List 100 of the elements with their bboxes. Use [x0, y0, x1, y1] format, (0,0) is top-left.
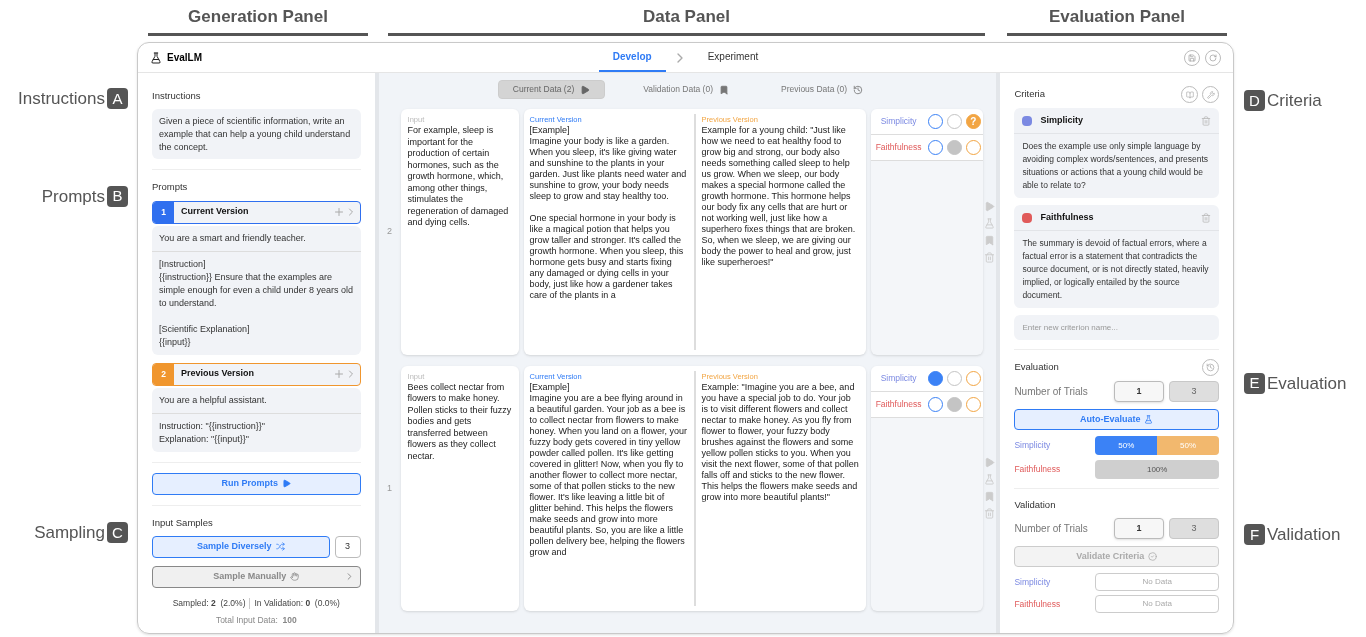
annotation-letter: C — [107, 522, 128, 544]
criterion-label: Simplicity — [879, 371, 918, 385]
validation-result: No Data — [1095, 595, 1219, 614]
hand-icon — [290, 572, 300, 582]
criterion-label: Simplicity — [879, 115, 918, 128]
prompt-header[interactable]: 2 Previous Version — [152, 362, 361, 386]
flask-icon[interactable] — [984, 474, 995, 486]
result-segment: 50% — [1095, 436, 1158, 455]
play-icon — [580, 84, 591, 95]
add-icon[interactable] — [332, 206, 345, 218]
annotation-letter: D — [1244, 90, 1265, 112]
add-icon[interactable] — [332, 368, 345, 380]
app-name: EvalLM — [167, 51, 202, 65]
annotation-letter: F — [1244, 524, 1265, 546]
trash-icon[interactable] — [1201, 212, 1211, 223]
sample-count-field[interactable]: 3 — [334, 535, 361, 558]
criterion-label: Simplicity — [1014, 439, 1052, 452]
row-index: 1 — [387, 481, 393, 495]
new-criterion-field[interactable]: Enter new criterion name... — [1014, 315, 1219, 340]
trash-icon[interactable] — [984, 251, 995, 263]
prompt-header[interactable]: 1 Current Version — [152, 200, 361, 224]
total-input-count: Total Input Data: 100 — [214, 613, 298, 627]
history-icon — [853, 84, 864, 95]
output-text: Example: "Imagine you are a bee, and you have a special job to do. Your job is to visit different flowers and collect nectar to make honey. As you fly from flower to flower, your fuzzy body brushes against the flowers and some yellow pollen sticks to you. When you visit the next flower, some of that pollen falls off and sticks to the new flower. This helps the flowers make seeds and grow into more beautiful plants!" — [701, 381, 860, 503]
run-prompts-button[interactable]: Run Prompts — [152, 472, 361, 495]
section-title: Evaluation — [1014, 360, 1059, 375]
bookmark-icon — [719, 84, 729, 95]
refresh-icon — [1209, 53, 1217, 62]
section-title: Instructions — [152, 89, 202, 103]
annotation-label: Sampling — [34, 522, 105, 544]
annotation-label: Prompts — [41, 185, 105, 208]
criterion-label: Simplicity — [1014, 575, 1052, 589]
wrench-icon — [1206, 90, 1215, 99]
annotation-letter: E — [1244, 372, 1265, 394]
prompt-number: 1 — [153, 201, 174, 223]
data-tab[interactable]: Previous Data (0) — [767, 80, 878, 99]
trial-option[interactable]: 3 — [1169, 381, 1219, 402]
panel-heading: Data Panel — [388, 4, 985, 36]
criterion-name: Faithfulness — [1040, 210, 1095, 224]
input-text: Bees collect nectar from flowers to make honey. Pollen sticks to their fuzzy bodies and gets transferred between flowers as they collect nectar. — [407, 381, 512, 463]
annotation-label: Evaluation — [1267, 372, 1347, 395]
sampled-count: Sampled: 2 (2.0%) — [172, 596, 246, 610]
annotation-label: Instructions — [18, 88, 105, 110]
result-segment: 50% — [1157, 436, 1219, 455]
check-circle-icon — [1148, 552, 1158, 562]
trials-label: Number of Trials — [1014, 522, 1088, 537]
section-title: Criteria — [1014, 87, 1045, 102]
flask-icon[interactable] — [984, 217, 995, 229]
criterion-description: The summary is devoid of factual errors, where a factual error is a statement that contradicts the source document, or is not directly stated, heavily implied, or logically entailed by the source document. — [1021, 237, 1210, 302]
criterion-label: Faithfulness — [1014, 463, 1062, 476]
sample-diversely-button[interactable]: Sample Diversely — [152, 535, 330, 558]
book-icon — [1185, 90, 1194, 99]
annotation-label: Validation — [1267, 524, 1341, 546]
criterion-description: Does the example use only simple language by avoiding complex words/sentences, and presents situations or actions that a young child would be able to relate to? — [1021, 140, 1210, 192]
prompt-number: 2 — [153, 363, 174, 385]
play-icon[interactable] — [984, 200, 995, 212]
validation-count: In Validation: 0 (0.0%) — [254, 596, 340, 610]
trash-icon[interactable] — [1201, 115, 1211, 126]
play-icon — [282, 479, 292, 488]
trials-label: Number of Trials — [1014, 385, 1088, 399]
section-title: Validation — [1014, 498, 1057, 512]
criterion-label: Faithfulness — [1014, 597, 1062, 611]
panel-heading: Generation Panel — [148, 4, 368, 36]
prompt-template-field[interactable]: Instruction: "{{instruction}}" Explanation: "{{input}}" — [152, 413, 361, 452]
output-text: Example for a young child: "Just like how we need to eat healthy food to grow big and strong, our body also needs something called sleep to help us grow. When we sleep, our body makes a special hormone called the growth hormone. This hormone helps our body fix any cells that are hurt or not working well, just like how a superhero fixes things that are broken. So, when we sleep, we are giving our body the power to heal and grow, just like superheroes!" — [701, 125, 857, 269]
criterion-label: Faithfulness — [874, 141, 923, 154]
output-text: [Example] Imagine you are a bee flying around in a beautiful garden. Your job as a bee is to collect nectar from flowers to make honey. When you land on a flower, your fuzzy body gets covered in tiny yellow powder called pollen. It's like getting covered in glitter! Now, when you fly to another flower to collect more nectar, some of that pollen sticks to the new flower. It's like leaving a little bit of glitter behind. This helps the flowers make seeds and grow into more beautiful plants. So, you are like a little pollen delivery bee, helping the flowers grow and — [529, 381, 688, 558]
instructions-field[interactable]: Given a piece of scientific information, write an example that can help a young child understand the concept. — [152, 109, 361, 160]
output-text: [Example] Imagine your body is like a garden. When you sleep, it's like giving water and sunshine to the plants in your garden. Just like plants need water and sunshine to grow, your body needs sleep to grow and stay healthy too. One special hormone in your body is like a magical potion that helps you grow taller and stronger. It's called the growth hormone. When you sleep, this hormone gets busy and starts fixing any damaged or dying cells in your body, just like how a gardener takes care of the plants in a — [529, 125, 688, 302]
annotation-letter: A — [107, 88, 128, 110]
save-icon — [1188, 53, 1196, 62]
criterion-label: Faithfulness — [874, 397, 923, 411]
data-tab[interactable]: Current Data (2) — [497, 80, 606, 99]
system-prompt-field[interactable]: You are a smart and friendly teacher. — [152, 225, 361, 252]
prompt-name: Previous Version — [180, 367, 256, 381]
section-title: Prompts — [152, 180, 189, 195]
shuffle-icon — [275, 542, 285, 552]
stage-tab[interactable]: Experiment — [693, 43, 773, 72]
history-icon — [1206, 363, 1215, 372]
bookmark-icon[interactable] — [984, 234, 995, 246]
result-segment: 100% — [1095, 460, 1219, 479]
auto-evaluate-button[interactable]: Auto-Evaluate — [1014, 409, 1219, 430]
bookmark-icon[interactable] — [984, 491, 995, 503]
input-text: For example, sleep is important for the production of certain hormones, such as the growth hormone, which, among other things, stimulates the regeneration of damaged and dying cells. — [407, 125, 510, 229]
panel-heading: Evaluation Panel — [1007, 4, 1227, 36]
logo-icon — [150, 51, 162, 64]
annotation-label: Criteria — [1267, 90, 1322, 112]
annotation-letter: B — [107, 185, 128, 207]
validation-result: No Data — [1095, 573, 1219, 592]
trash-icon[interactable] — [984, 508, 995, 520]
data-tab[interactable]: Validation Data (0) — [629, 80, 743, 99]
play-icon[interactable] — [984, 457, 995, 469]
section-title: Input Samples — [152, 515, 214, 530]
flask-icon — [1144, 415, 1154, 424]
trial-option[interactable]: 1 — [1114, 381, 1164, 402]
sample-manually-button[interactable]: Sample Manually — [152, 565, 361, 588]
prompt-name: Current Version — [180, 205, 250, 219]
row-index: 2 — [387, 225, 393, 238]
prompt-template-field[interactable]: [Instruction] {{instruction}} Ensure that the examples are simple enough for even a child under 8 years old to understand. [Scientific Explanation] {{input}} — [152, 251, 361, 355]
system-prompt-field[interactable]: You are a helpful assistant. — [152, 387, 361, 414]
